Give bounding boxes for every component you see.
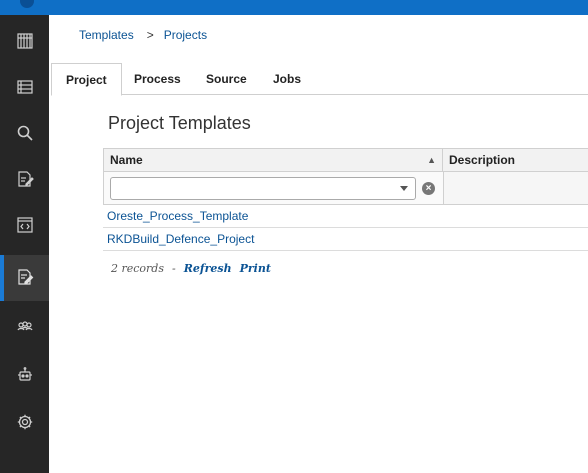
tab-source[interactable]: Source xyxy=(192,63,261,95)
sidebar-item-code[interactable] xyxy=(0,203,49,249)
sidebar-item-search[interactable] xyxy=(0,111,49,157)
breadcrumb: Templates > Projects xyxy=(79,28,207,42)
sidebar-item-edit[interactable] xyxy=(0,157,49,203)
template-name-link[interactable]: Oreste_Process_Template xyxy=(107,209,248,223)
edit-document-icon xyxy=(16,170,34,191)
table-row: Oreste_Process_Template xyxy=(103,205,588,228)
brand-logo xyxy=(20,0,34,8)
column-header-name-label: Name xyxy=(110,153,143,167)
building-icon xyxy=(16,32,34,53)
grid-footer: 2 records - Refresh Print xyxy=(111,262,279,275)
chevron-down-icon xyxy=(400,186,408,191)
page-title: Project Templates xyxy=(108,113,251,133)
tab-project[interactable]: Project xyxy=(51,63,122,96)
record-count: 2 records xyxy=(111,262,164,275)
breadcrumb-separator: > xyxy=(146,28,154,42)
sidebar-item-templates[interactable] xyxy=(0,255,49,301)
tab-bar: Project Process Source Jobs xyxy=(51,63,588,96)
sidebar-item-building[interactable] xyxy=(0,19,49,65)
template-edit-icon xyxy=(16,268,34,289)
top-bar xyxy=(0,0,588,15)
group-icon xyxy=(16,317,34,338)
sort-ascending-icon[interactable]: ▲ xyxy=(427,149,436,171)
tab-process[interactable]: Process xyxy=(120,63,195,95)
sidebar xyxy=(0,15,49,473)
sidebar-item-list[interactable] xyxy=(0,65,49,111)
table-row: RKDBuild_Defence_Project xyxy=(103,228,588,251)
footer-separator: - xyxy=(172,262,176,275)
filter-row: × xyxy=(103,172,588,205)
list-icon xyxy=(16,78,34,99)
column-header-description[interactable]: Description xyxy=(443,149,588,171)
refresh-link[interactable]: Refresh xyxy=(184,262,232,275)
sidebar-item-settings[interactable] xyxy=(0,400,49,446)
robot-icon xyxy=(16,366,34,387)
description-filter-cell xyxy=(443,172,588,204)
search-icon xyxy=(16,124,34,145)
code-window-icon xyxy=(16,216,34,237)
breadcrumb-templates-link[interactable]: Templates xyxy=(79,28,134,42)
gear-icon xyxy=(16,413,34,434)
sidebar-item-groups[interactable] xyxy=(0,304,49,350)
clear-filter-icon[interactable]: × xyxy=(422,182,435,195)
templates-grid: Name ▲ Description × Oreste_Process_Temp… xyxy=(103,148,588,251)
breadcrumb-projects-link[interactable]: Projects xyxy=(164,28,207,42)
column-header-name[interactable]: Name ▲ xyxy=(104,149,443,171)
print-link[interactable]: Print xyxy=(240,262,271,275)
sidebar-item-automation[interactable] xyxy=(0,353,49,399)
tab-jobs[interactable]: Jobs xyxy=(259,63,315,95)
name-filter-select[interactable] xyxy=(110,177,416,200)
template-name-link[interactable]: RKDBuild_Defence_Project xyxy=(107,232,254,246)
grid-header: Name ▲ Description xyxy=(103,148,588,172)
